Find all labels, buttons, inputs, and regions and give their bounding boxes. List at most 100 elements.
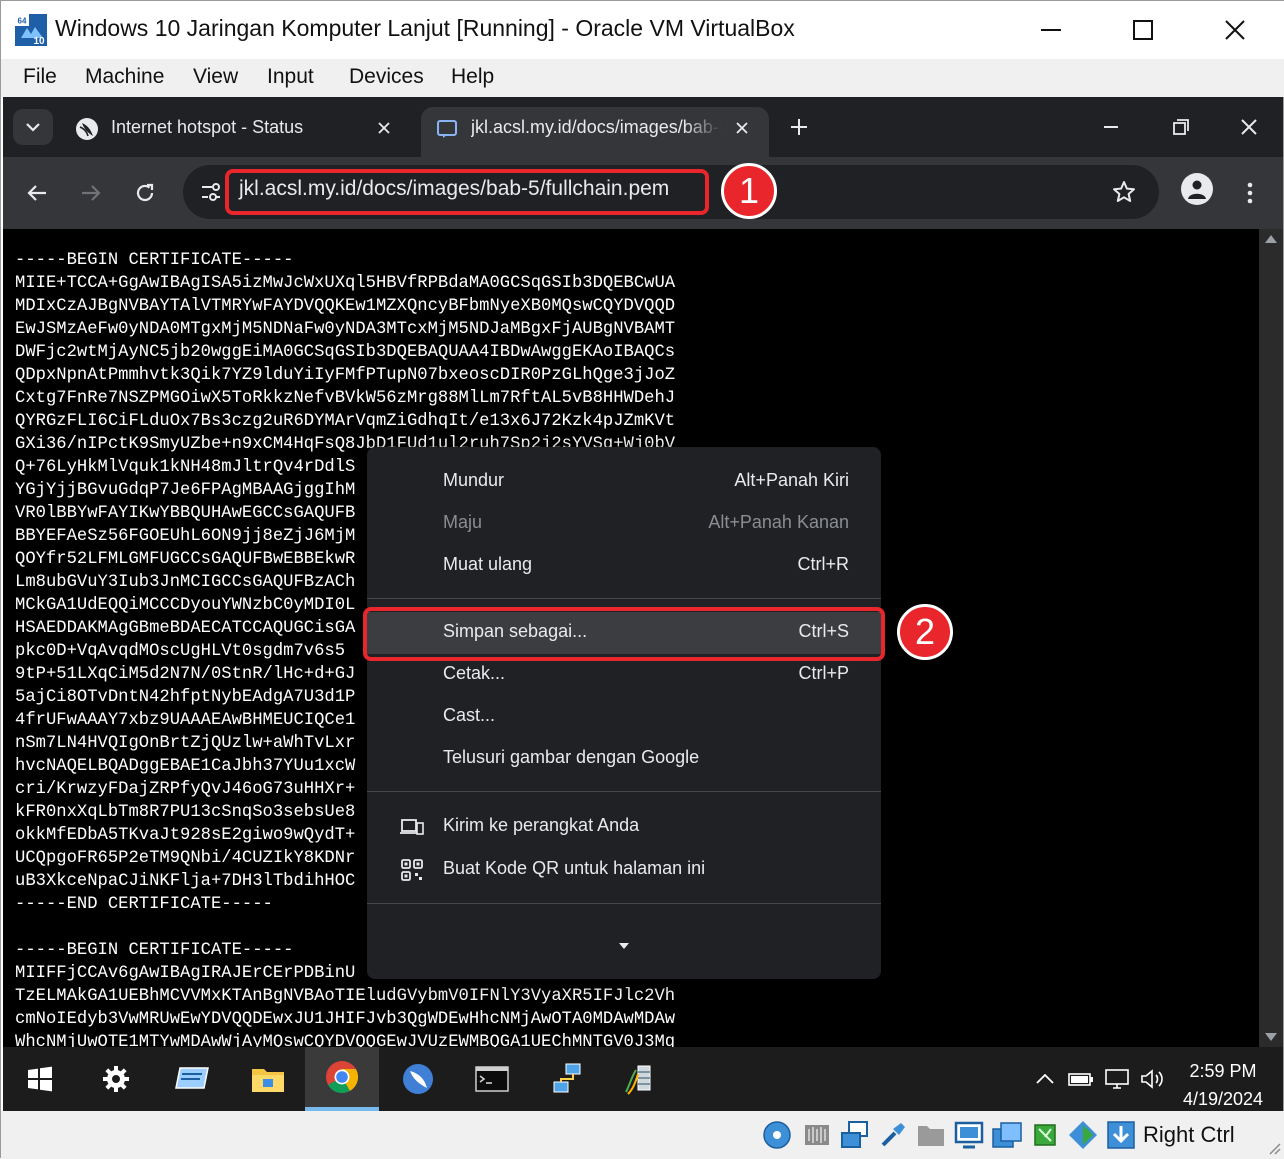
volume-icon[interactable] [1139,1067,1167,1091]
clock-time: 2:59 PM [1189,1061,1257,1081]
tab-fullchain-pem[interactable]: jkl.acsl.my.id/docs/images/bab-5/fullcha… [421,107,769,157]
taskbar-clock[interactable]: 2:59 PM 4/19/2024 [1173,1057,1273,1111]
guest-additions-icon[interactable] [1067,1119,1099,1151]
menu-item-shortcut: Ctrl+R [797,554,849,574]
svg-text:64: 64 [18,17,27,26]
network-tool-icon[interactable] [605,1047,679,1111]
scroll-up-arrow-icon[interactable] [1265,235,1277,243]
host-key-arrow-icon[interactable] [1105,1119,1137,1151]
vbox-status-bar: Right Ctrl [1,1111,1284,1159]
display-icon[interactable] [953,1119,985,1151]
profile-avatar-icon[interactable] [1181,173,1213,205]
vbox-menu-file[interactable]: File [23,65,57,89]
menu-item-label: Buat Kode QR untuk halaman ini [443,858,706,878]
chrome-tab-strip: Internet hotspot - Status jkl.acsl.my.id… [3,97,1283,157]
context-menu: Mundur Alt+Panah Kiri Maju Alt+Panah Kan… [367,447,881,979]
clock-date: 4/19/2024 [1182,1089,1264,1109]
host-key-label: Right Ctrl [1143,1122,1235,1147]
plus-icon [791,119,807,135]
menu-item-search-image[interactable]: Telusuri gambar dengan Google [367,738,881,780]
reload-button[interactable] [125,173,165,213]
menu-item-label: Cetak... [443,663,506,683]
battery-icon[interactable] [1067,1067,1095,1091]
scroll-down-arrow-icon[interactable] [1265,1033,1277,1041]
close-tab-icon[interactable] [371,115,397,141]
bookmark-star-icon[interactable] [1109,177,1139,207]
menu-item-back[interactable]: Mundur Alt+Panah Kiri [367,461,881,503]
menu-item-label: Telusuri gambar dengan Google [443,747,700,767]
shared-folder-icon[interactable] [915,1119,947,1151]
chrome-icon[interactable] [305,1047,379,1111]
vbox-menu-help[interactable]: Help [451,65,494,89]
reload-icon [136,183,154,202]
qr-icon [399,857,425,883]
vbox-menubar: File Machine View Input Devices Help [1,59,1284,97]
chevron-down-icon [26,122,40,132]
annotation-step-1: 1 [721,163,777,219]
menu-item-label: Maju [443,512,483,532]
arrow-left-icon [27,185,46,201]
network-adapter-icon[interactable] [839,1119,871,1151]
menu-item-shortcut: Alt+Panah Kiri [734,470,849,490]
cpu-icon[interactable] [1029,1119,1061,1151]
chevron-up-icon[interactable] [1031,1067,1059,1091]
vbox-close-button[interactable] [1205,9,1265,51]
vbox-window-title: Windows 10 Jaringan Komputer Lanjut [Run… [55,15,795,41]
network-icon[interactable] [531,1047,605,1111]
vbox-menu-machine[interactable]: Machine [85,65,164,89]
menu-item-qr-code[interactable]: Buat Kode QR untuk halaman ini [367,849,881,891]
menu-item-reload[interactable]: Muat ulang Ctrl+R [367,545,881,587]
vbox-minimize-button[interactable] [1021,9,1081,51]
recording-icon[interactable] [991,1119,1023,1151]
annotation-box-save-as [363,607,885,661]
site-info-icon[interactable] [197,178,225,206]
menu-item-forward[interactable]: Maju Alt+Panah Kanan [367,503,881,545]
arrow-right-icon [82,185,101,201]
new-tab-button[interactable] [783,111,815,143]
chrome-close-button[interactable] [1231,111,1267,143]
menu-more-arrow-icon[interactable] [619,943,629,949]
chrome-menu-icon[interactable] [1235,173,1265,213]
server-manager-icon[interactable] [155,1047,229,1111]
menu-item-label: Muat ulang [443,554,533,574]
hotspot-app-icon[interactable] [381,1047,455,1111]
vbox-title-bar[interactable]: 64 10 Windows 10 Jaringan Komputer Lanju… [1,1,1284,59]
tab-title: Internet hotspot - Status [111,117,304,137]
chrome-minimize-button[interactable] [1093,111,1129,143]
page-scrollbar[interactable] [1259,229,1283,1047]
cmd-icon[interactable] [455,1047,529,1111]
close-tab-icon[interactable] [729,115,755,141]
menu-item-shortcut: Alt+Panah Kanan [708,512,849,532]
vbox-menu-view[interactable]: View [193,65,238,89]
vbox-menu-devices[interactable]: Devices [349,65,424,89]
menu-item-label: Mundur [443,470,505,490]
hotspot-icon [75,117,99,141]
audio-icon[interactable] [801,1119,833,1151]
chrome-restore-button[interactable] [1163,111,1199,143]
menu-separator [367,791,881,792]
back-button[interactable] [17,173,57,213]
annotation-step-2: 2 [897,604,953,660]
optical-drive-icon[interactable] [761,1119,793,1151]
menu-item-cast[interactable]: Cast... [367,696,881,738]
tab-hotspot-status[interactable]: Internet hotspot - Status [61,107,411,157]
virtualbox-window: 64 10 Windows 10 Jaringan Komputer Lanju… [0,0,1284,1159]
menu-separator [367,903,881,904]
forward-button[interactable] [71,173,111,213]
settings-icon[interactable] [79,1047,153,1111]
annotation-box-url [225,169,709,215]
network-status-icon[interactable] [1103,1067,1131,1091]
resize-grip-icon[interactable] [1267,1141,1281,1155]
guest-display[interactable]: Internet hotspot - Status jkl.acsl.my.id… [3,97,1283,1111]
tab-search-button[interactable] [13,109,53,145]
vbox-vm-logo-icon: 64 10 [15,14,47,47]
menu-item-send-device[interactable]: Kirim ke perangkat Anda [367,806,881,848]
vbox-menu-input[interactable]: Input [267,65,314,89]
document-icon [435,117,459,141]
start-icon[interactable] [3,1047,77,1111]
file-explorer-icon[interactable] [231,1047,305,1111]
menu-item-shortcut: Ctrl+P [798,663,849,683]
usb-icon[interactable] [877,1119,909,1151]
menu-item-label: Kirim ke perangkat Anda [443,815,640,835]
vbox-maximize-button[interactable] [1113,9,1173,51]
